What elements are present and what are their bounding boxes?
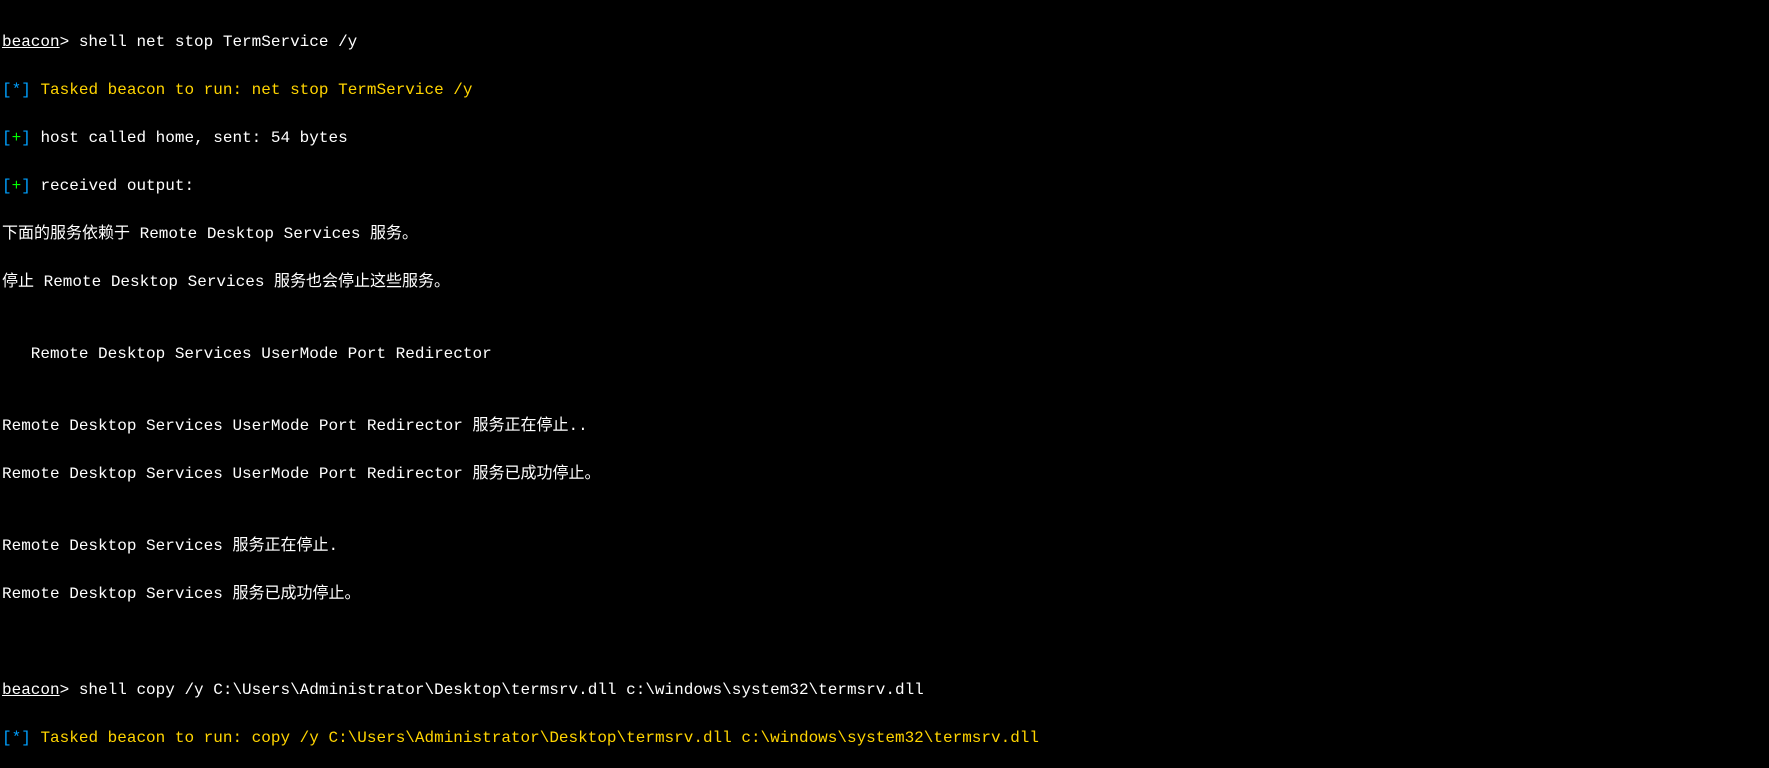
prompt-line[interactable]: beacon> shell net stop TermService /y [2,30,1767,54]
prompt-label: beacon [2,681,60,699]
home-text: host called home, sent: 54 bytes [40,129,347,147]
output-line: 下面的服务依赖于 Remote Desktop Services 服务。 [2,222,1767,246]
tasked-text: Tasked beacon to run: copy /y C:\Users\A… [40,729,1039,747]
output-line: Remote Desktop Services UserMode Port Re… [2,342,1767,366]
tasked-line: [*] Tasked beacon to run: copy /y C:\Use… [2,726,1767,750]
output-line: Remote Desktop Services UserMode Port Re… [2,414,1767,438]
prompt-label: beacon [2,33,60,51]
bracket-close: ] [21,81,31,99]
command-text: shell net stop TermService /y [79,33,357,51]
star-icon: * [12,729,22,747]
recv-text: received output: [40,177,194,195]
home-line: [+] host called home, sent: 54 bytes [2,126,1767,150]
terminal-output: beacon> shell net stop TermService /y [*… [0,0,1769,768]
recv-line: [+] received output: [2,174,1767,198]
output-line: Remote Desktop Services 服务正在停止. [2,534,1767,558]
output-line: Remote Desktop Services 服务已成功停止。 [2,582,1767,606]
plus-icon: + [12,129,22,147]
prompt-line[interactable]: beacon> shell copy /y C:\Users\Administr… [2,678,1767,702]
bracket-open: [ [2,81,12,99]
tasked-text: Tasked beacon to run: net stop TermServi… [40,81,472,99]
plus-icon: + [12,177,22,195]
output-line: Remote Desktop Services UserMode Port Re… [2,462,1767,486]
tasked-line: [*] Tasked beacon to run: net stop TermS… [2,78,1767,102]
prompt-gt: > [60,681,70,699]
output-line: 停止 Remote Desktop Services 服务也会停止这些服务。 [2,270,1767,294]
prompt-gt: > [60,33,70,51]
command-text: shell copy /y C:\Users\Administrator\Des… [79,681,924,699]
star-icon: * [12,81,22,99]
